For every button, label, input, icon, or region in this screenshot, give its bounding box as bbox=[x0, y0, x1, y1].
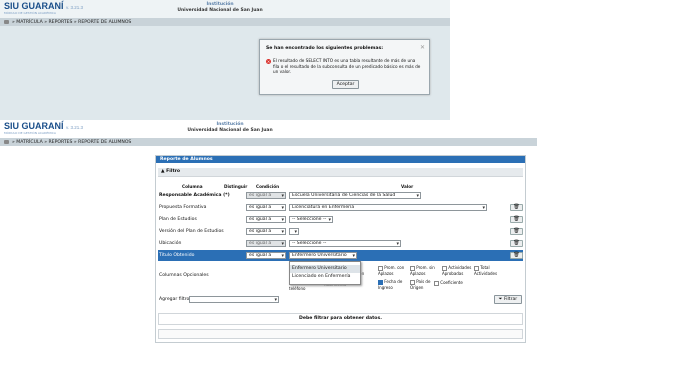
row-label-version: Versión del Plan de Estudios bbox=[159, 229, 224, 234]
add-filter-label: Agregar filtro bbox=[159, 297, 190, 302]
no-data-message: Debe filtrar para obtener datos. bbox=[158, 313, 523, 325]
titulo-dropdown-list: Enfermero Universitario Licenciado en En… bbox=[289, 261, 361, 285]
opt-label: Actividades Aprobadas bbox=[442, 265, 472, 276]
report-panel: Reporte de Alumnos ▲ Filtro Columna Dist… bbox=[155, 155, 526, 343]
optional-columns-label: Columnas Opcionales bbox=[159, 273, 209, 278]
report-screen: SIU GUARANÍ v. 3.21.3 MÓDULO DE GESTIÓN … bbox=[0, 120, 537, 352]
error-modal: Se han encontrado los siguientes problem… bbox=[259, 39, 430, 95]
filter-button[interactable]: ⏷ Filtrar bbox=[494, 295, 522, 304]
institution-label: Institución bbox=[206, 2, 234, 7]
value-select-propuesta[interactable]: Licenciatura en Enfermería bbox=[289, 204, 487, 211]
value-select-plan[interactable]: -- Seleccione -- bbox=[289, 216, 333, 223]
add-filter-select[interactable] bbox=[189, 296, 279, 303]
col-distinguir: Distinguir bbox=[224, 184, 248, 189]
col-valor: Valor bbox=[401, 184, 414, 189]
breadcrumb-text: » MATRÍCULA » REPORTES » REPORTE DE ALUM… bbox=[12, 19, 132, 25]
brand-logo-2: SIU GUARANÍ v. 3.21.3 bbox=[4, 121, 83, 131]
checkbox[interactable] bbox=[434, 280, 439, 286]
report-title: Reporte de Alumnos bbox=[156, 156, 525, 163]
partial-text-3: teléfono bbox=[289, 286, 306, 291]
row-label-responsable: Responsable Académica (*) bbox=[159, 193, 230, 198]
row-label-titulo: Título Obtenido bbox=[159, 253, 195, 258]
institution-name: Universidad Nacional de San Juan bbox=[177, 8, 263, 13]
modal-message: El resultado de SELECT INTO es una tabla… bbox=[273, 58, 421, 74]
cond-select-version[interactable]: es igual a bbox=[246, 228, 286, 235]
brand-tagline-2: MÓDULO DE GESTIÓN ACADÉMICA bbox=[4, 131, 56, 135]
col-condicion: Condición bbox=[256, 184, 280, 189]
value-select-titulo[interactable]: Enfermero Universitario bbox=[289, 252, 357, 259]
report-header: SIU GUARANÍ v. 3.21.3 MÓDULO DE GESTIÓN … bbox=[0, 120, 537, 138]
opt-total-actividades[interactable]: Total Actividades bbox=[474, 265, 504, 276]
modal-title: Se han encontrado los siguientes problem… bbox=[266, 46, 384, 51]
breadcrumb-2: » MATRÍCULA » REPORTES » REPORTE DE ALUM… bbox=[0, 138, 537, 146]
col-columna: Columna bbox=[182, 184, 203, 189]
delete-row-plan-button[interactable]: 🗑 bbox=[510, 216, 523, 223]
institution-name-2: Universidad Nacional de San Juan bbox=[187, 128, 273, 133]
opt-fecha-ingreso[interactable]: Fecha de Ingreso bbox=[378, 279, 408, 290]
dropdown-option[interactable]: Licenciado en Enfermería bbox=[290, 273, 360, 281]
filter-title: Filtro bbox=[166, 169, 181, 174]
top-header: SIU GUARANÍ v. 3.21.3 MÓDULO DE GESTIÓN … bbox=[0, 0, 450, 18]
collapse-icon[interactable]: ▲ bbox=[161, 169, 165, 174]
row-label-ubicacion: Ubicación bbox=[159, 241, 182, 246]
row-label-propuesta: Propuesta Formativa bbox=[159, 205, 207, 210]
breadcrumb: » MATRÍCULA » REPORTES » REPORTE DE ALUM… bbox=[0, 18, 450, 26]
breadcrumb-text-2: » MATRÍCULA » REPORTES » REPORTE DE ALUM… bbox=[12, 139, 132, 145]
opt-label: Coeficiente bbox=[440, 280, 463, 285]
filter-button-label: Filtrar bbox=[503, 297, 518, 302]
delete-row-version-button[interactable]: 🗑 bbox=[510, 228, 523, 235]
value-select-version[interactable] bbox=[289, 228, 299, 235]
opt-actividades-aprobadas[interactable]: Actividades Aprobadas bbox=[442, 265, 472, 276]
home-icon[interactable] bbox=[4, 20, 9, 24]
brand-logo: SIU GUARANÍ v. 3.21.3 bbox=[4, 1, 83, 11]
cond-select-propuesta[interactable]: es igual a bbox=[246, 204, 286, 211]
dropdown-option[interactable]: Enfermero Universitario bbox=[290, 265, 360, 273]
value-select-ubicacion[interactable]: -- Seleccione -- bbox=[289, 240, 401, 247]
cond-select-responsable[interactable]: es igual a bbox=[246, 192, 286, 199]
delete-row-ubicacion-button[interactable]: 🗑 bbox=[510, 240, 523, 247]
institution-label-2: Institución bbox=[216, 122, 244, 127]
opt-prom-sin-aplazos[interactable]: Prom. sin Aplazos bbox=[410, 265, 440, 276]
delete-row-titulo-button[interactable]: 🗑 bbox=[510, 252, 523, 259]
cond-select-ubicacion[interactable]: es igual a bbox=[246, 240, 286, 247]
cond-select-plan[interactable]: es igual a bbox=[246, 216, 286, 223]
home-icon-2[interactable] bbox=[4, 140, 9, 144]
results-area bbox=[158, 329, 523, 339]
brand-tagline: MÓDULO DE GESTIÓN ACADÉMICA bbox=[4, 11, 56, 15]
row-label-plan: Plan de Estudios bbox=[159, 217, 197, 222]
error-icon: × bbox=[266, 59, 271, 64]
opt-prom-con-aplazos[interactable]: Prom. con Aplazos bbox=[378, 265, 410, 276]
value-select-responsable[interactable]: Escuela Universitaria de Ciencias de la … bbox=[289, 192, 421, 199]
funnel-icon: ⏷ bbox=[498, 297, 503, 302]
opt-coeficiente[interactable]: Coeficiente bbox=[434, 280, 468, 286]
filter-header[interactable]: ▲ Filtro bbox=[158, 168, 523, 177]
close-icon[interactable]: ✕ bbox=[420, 44, 425, 51]
cond-select-titulo[interactable]: es igual a bbox=[246, 252, 286, 259]
accept-button[interactable]: Aceptar bbox=[332, 80, 359, 89]
background-screen: SIU GUARANÍ v. 3.21.3 MÓDULO DE GESTIÓN … bbox=[0, 0, 450, 120]
delete-row-propuesta-button[interactable]: 🗑 bbox=[510, 204, 523, 211]
